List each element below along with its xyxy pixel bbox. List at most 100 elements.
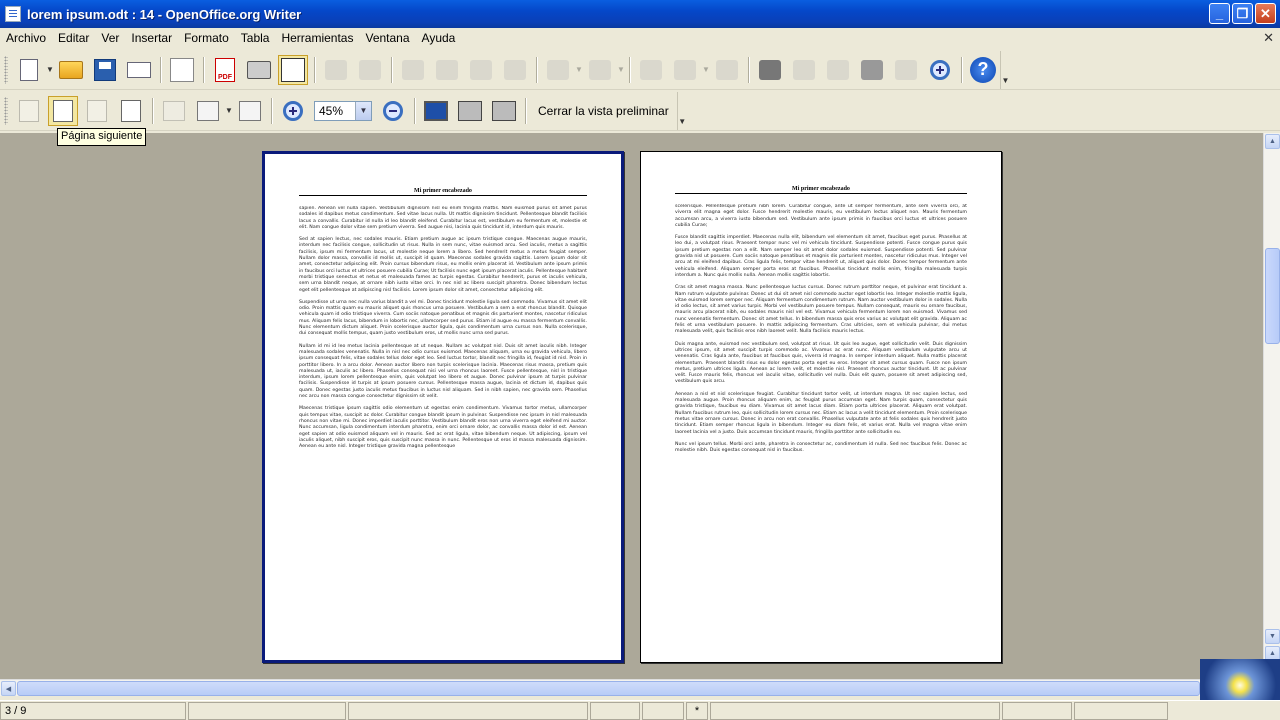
print-options-button[interactable] [489,96,519,126]
menu-tabla[interactable]: Tabla [235,31,276,45]
spellcheck-button[interactable] [321,55,351,85]
redo-dropdown-icon[interactable]: ▼ [617,55,625,85]
new-document-button[interactable] [14,55,44,85]
print-preview-button[interactable] [455,96,485,126]
menu-editar[interactable]: Editar [52,31,95,45]
insert-mode[interactable] [590,701,640,720]
redo-button[interactable] [585,55,615,85]
pdf-icon: PDF [215,57,235,82]
gallery-button[interactable] [823,55,853,85]
view-layout-icons[interactable] [1002,701,1072,720]
hyperlink-button[interactable] [636,55,666,85]
toolbar-grip[interactable] [4,96,8,125]
menu-ventana[interactable]: Ventana [359,31,415,45]
table-button[interactable] [670,55,700,85]
data-sources-button[interactable] [857,55,887,85]
page-indicator[interactable]: 3 / 9 [0,701,186,720]
navigator-button[interactable] [789,55,819,85]
writer-document-icon[interactable] [5,6,21,22]
toolbar-separator [961,56,962,83]
clone-formatting-button[interactable] [500,55,530,85]
close-document-icon[interactable]: ✕ [1263,30,1274,46]
copy-button[interactable] [432,55,462,85]
email-button[interactable] [124,55,154,85]
page-preview-button[interactable] [278,54,308,85]
minimize-button[interactable]: _ [1209,3,1230,24]
formatting-marks-button[interactable] [891,55,921,85]
zoom-slider[interactable] [1074,701,1168,720]
scroll-up-icon[interactable]: ▲ [1265,134,1280,149]
pencil-icon [716,59,738,80]
zoom-value: 45% [319,103,344,118]
toolbar-separator [314,56,315,83]
horizontal-scrollbar[interactable]: ◀ [0,679,1200,696]
spellcheck-icon [325,59,347,80]
page-style[interactable] [188,701,346,720]
pilcrow-icon [895,59,917,80]
table-dropdown-icon[interactable]: ▼ [702,55,710,85]
toolbar-grip[interactable] [4,55,8,84]
full-screen-button[interactable] [421,96,451,126]
page-header: Mi primer encabezado [299,188,587,196]
zoom-button[interactable] [925,55,955,85]
chevron-down-icon[interactable]: ▼ [355,101,371,120]
export-pdf-button[interactable]: PDF [210,55,240,85]
zoom-in-button[interactable] [278,96,308,126]
horizontal-scroll-thumb[interactable] [17,681,1200,696]
close-preview-button[interactable]: Cerrar la vista preliminar [530,104,677,118]
maximize-button[interactable]: ❐ [1232,3,1253,24]
zoom-select[interactable]: 45% ▼ [314,100,372,121]
menu-herramientas[interactable]: Herramientas [275,31,359,45]
menu-bar: Archivo Editar Ver Insertar Formato Tabl… [0,28,1280,48]
help-button[interactable]: ? [968,55,998,85]
signature-area[interactable] [710,701,1000,720]
menu-archivo[interactable]: Archivo [0,31,52,45]
first-page-button[interactable] [82,96,112,126]
next-page-button[interactable] [48,95,78,126]
close-button[interactable]: ✕ [1255,3,1276,24]
edit-file-button[interactable] [167,55,197,85]
toolbar-options-icon[interactable]: ▼ [1000,50,1010,89]
menu-insertar[interactable]: Insertar [125,31,178,45]
toolbar-separator [152,97,153,124]
undo-dropdown-icon[interactable]: ▼ [575,55,583,85]
selection-mode[interactable] [642,701,684,720]
language[interactable] [348,701,588,720]
scroll-left-icon[interactable]: ◀ [1,681,16,696]
find-replace-button[interactable] [755,55,785,85]
scroll-down-icon[interactable]: ▼ [1265,629,1280,644]
new-dropdown-icon[interactable]: ▼ [46,55,54,85]
multiple-pages-dropdown-icon[interactable]: ▼ [225,96,233,126]
toolbar-options-icon[interactable]: ▼ [676,91,687,130]
vertical-scroll-thumb[interactable] [1265,248,1280,344]
page-preview-right[interactable]: Mi primer encabezado scelerisque. Pellen… [640,151,1002,663]
open-button[interactable] [56,55,86,85]
menu-formato[interactable]: Formato [178,31,235,45]
menu-ayuda[interactable]: Ayuda [416,31,462,45]
book-preview-button[interactable] [235,96,265,126]
draw-functions-button[interactable] [712,55,742,85]
paragraph: Aenean a nisl et nisl scelerisque feugia… [675,391,967,435]
page-preview-icon [281,57,305,82]
window-title: lorem ipsum.odt : 14 - OpenOffice.org Wr… [27,6,302,22]
page-header: Mi primer encabezado [675,186,967,194]
save-button[interactable] [90,55,120,85]
menu-ver[interactable]: Ver [95,31,125,45]
multiple-pages-button[interactable] [193,96,223,126]
previous-page-button[interactable] [14,96,44,126]
cut-button[interactable] [398,55,428,85]
paste-button[interactable] [466,55,496,85]
undo-icon [547,59,569,80]
page-preview-left[interactable]: Mi primer encabezado sapien. Aenean vel … [262,151,624,663]
scissors-icon [402,59,424,80]
preview-workspace[interactable]: Mi primer encabezado sapien. Aenean vel … [0,133,1263,679]
zoom-out-button[interactable] [378,96,408,126]
autospellcheck-button[interactable] [355,55,385,85]
copy-icon [436,59,458,80]
print-button[interactable] [244,55,274,85]
last-page-button[interactable] [116,96,146,126]
document-modified-indicator[interactable]: * [686,701,708,720]
vertical-scrollbar[interactable]: ▲ ▼ ▲ ▼ [1263,133,1280,679]
two-pages-button[interactable] [159,96,189,126]
undo-button[interactable] [543,55,573,85]
